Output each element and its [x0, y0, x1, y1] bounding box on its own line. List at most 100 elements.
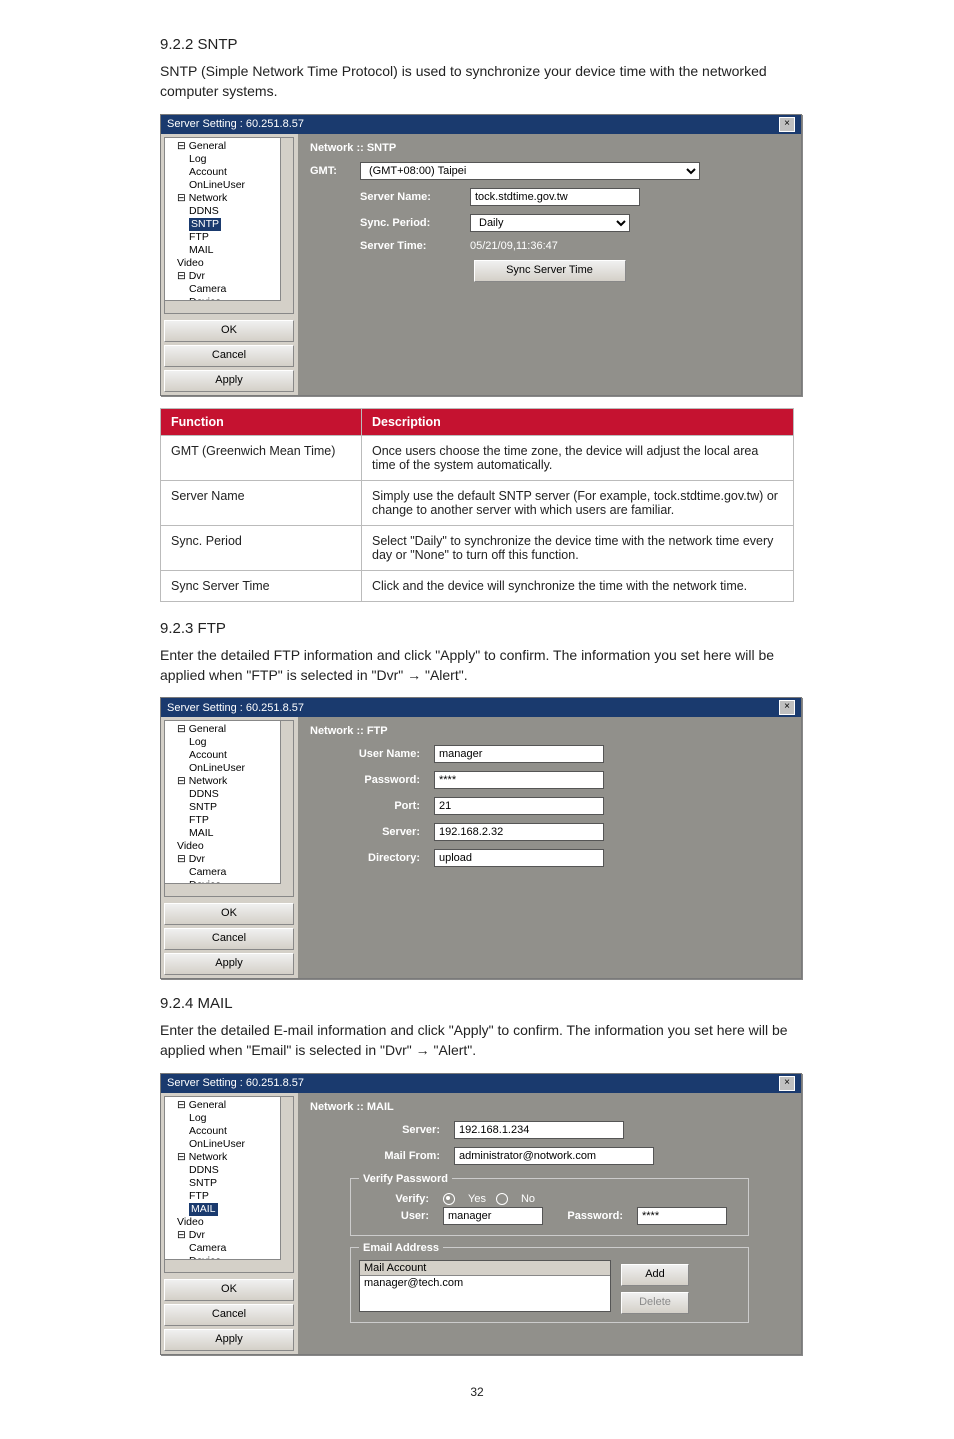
apply-button[interactable]: Apply	[164, 953, 294, 975]
verify-yes-radio[interactable]	[443, 1193, 455, 1205]
ftp-port-input[interactable]	[434, 797, 604, 815]
server-name-input[interactable]	[470, 188, 640, 206]
verify-yes-label: Yes	[468, 1193, 486, 1205]
ftp-pwd-input[interactable]	[434, 771, 604, 789]
tree-video[interactable]: Video	[169, 1216, 293, 1229]
add-button[interactable]: Add	[621, 1264, 689, 1286]
mail-from-input[interactable]	[454, 1147, 654, 1165]
tree-video[interactable]: Video	[169, 840, 293, 853]
scrollbar-horizontal[interactable]	[165, 883, 281, 896]
tree-network[interactable]: ⊟ Network	[169, 1151, 293, 1164]
sntp-function-table: Function Description GMT (Greenwich Mean…	[160, 408, 794, 602]
ok-button[interactable]: OK	[164, 1279, 294, 1301]
window-titlebar: Server Setting : 60.251.8.57 ×	[161, 115, 801, 134]
scrollbar-horizontal[interactable]	[165, 1259, 281, 1272]
mail-pwd-input[interactable]	[637, 1207, 727, 1225]
scrollbar-horizontal[interactable]	[165, 300, 281, 313]
tree-ddns[interactable]: DDNS	[169, 205, 293, 218]
apply-button[interactable]: Apply	[164, 370, 294, 392]
tree-dvr[interactable]: ⊟ Dvr	[169, 270, 293, 283]
tree-network[interactable]: ⊟ Network	[169, 775, 293, 788]
tree-account[interactable]: Account	[169, 749, 293, 762]
tree-camera[interactable]: Camera	[169, 1242, 293, 1255]
mail-account-row[interactable]: manager@tech.com	[360, 1276, 610, 1290]
tree-onlineuser[interactable]: OnLineUser	[169, 179, 293, 192]
form-title: Network :: MAIL	[310, 1101, 789, 1113]
tree-general[interactable]: ⊟ General	[169, 1099, 293, 1112]
tree-onlineuser[interactable]: OnLineUser	[169, 762, 293, 775]
server-time-value: 05/21/09,11:36:47	[470, 240, 558, 252]
sync-server-time-button[interactable]: Sync Server Time	[474, 260, 626, 282]
tree-sntp[interactable]: SNTP	[169, 1177, 293, 1190]
close-icon[interactable]: ×	[779, 1076, 795, 1091]
tree-account[interactable]: Account	[169, 1125, 293, 1138]
tree-ftp[interactable]: FTP	[169, 231, 293, 244]
ftp-form: Network :: FTP User Name: Password: Port…	[298, 717, 801, 978]
mail-server-input[interactable]	[454, 1121, 624, 1139]
window-titlebar: Server Setting : 60.251.8.57 ×	[161, 698, 801, 717]
heading-sntp: 9.2.2 SNTP	[160, 36, 794, 53]
email-address-legend: Email Address	[359, 1242, 443, 1254]
cancel-button[interactable]: Cancel	[164, 345, 294, 367]
gmt-select[interactable]: (GMT+08:00) Taipei	[360, 162, 700, 180]
mail-account-list[interactable]: Mail Account manager@tech.com	[359, 1260, 611, 1312]
scrollbar-vertical[interactable]	[280, 721, 293, 896]
tree-network[interactable]: ⊟ Network	[169, 192, 293, 205]
tree-ddns[interactable]: DDNS	[169, 788, 293, 801]
ftp-user-input[interactable]	[434, 745, 604, 763]
sync-period-label: Sync. Period:	[310, 217, 470, 229]
verify-password-group: Verify Password Verify: Yes No User: Pas…	[350, 1173, 749, 1236]
tree-log[interactable]: Log	[169, 153, 293, 166]
scrollbar-vertical[interactable]	[280, 138, 293, 313]
ftp-port-label: Port:	[310, 800, 434, 812]
ok-button[interactable]: OK	[164, 320, 294, 342]
close-icon[interactable]: ×	[779, 117, 795, 132]
heading-mail: 9.2.4 MAIL	[160, 995, 794, 1012]
delete-button[interactable]: Delete	[621, 1292, 689, 1314]
row-gmt-fn: GMT (Greenwich Mean Time)	[161, 435, 362, 480]
tree-sntp[interactable]: SNTP	[169, 801, 293, 814]
tree-ftp[interactable]: FTP	[169, 814, 293, 827]
tree-dvr[interactable]: ⊟ Dvr	[169, 853, 293, 866]
tree-mail[interactable]: MAIL	[169, 827, 293, 840]
apply-button[interactable]: Apply	[164, 1329, 294, 1351]
tree-sntp[interactable]: SNTP	[169, 218, 293, 231]
th-description: Description	[362, 408, 794, 435]
tree-log[interactable]: Log	[169, 736, 293, 749]
tree-log[interactable]: Log	[169, 1112, 293, 1125]
ok-button[interactable]: OK	[164, 903, 294, 925]
tree-general[interactable]: ⊟ General	[169, 723, 293, 736]
row-gmt-desc: Once users choose the time zone, the dev…	[362, 435, 794, 480]
sntp-window: Server Setting : 60.251.8.57 × ⊟ General…	[160, 114, 802, 396]
mail-account-header: Mail Account	[360, 1261, 610, 1276]
tree-camera[interactable]: Camera	[169, 866, 293, 879]
verify-no-radio[interactable]	[496, 1193, 508, 1205]
cancel-button[interactable]: Cancel	[164, 1304, 294, 1326]
ftp-window: Server Setting : 60.251.8.57 × ⊟ General…	[160, 697, 802, 979]
tree-mail[interactable]: MAIL	[169, 244, 293, 257]
window-title-text: Server Setting : 60.251.8.57	[167, 702, 304, 714]
ftp-dir-input[interactable]	[434, 849, 604, 867]
scrollbar-vertical[interactable]	[280, 1097, 293, 1272]
nav-tree[interactable]: ⊟ General Log Account OnLineUser ⊟ Netwo…	[164, 720, 294, 897]
tree-dvr[interactable]: ⊟ Dvr	[169, 1229, 293, 1242]
nav-tree[interactable]: ⊟ General Log Account OnLineUser ⊟ Netwo…	[164, 1096, 294, 1273]
mail-server-label: Server:	[350, 1124, 454, 1136]
tree-onlineuser[interactable]: OnLineUser	[169, 1138, 293, 1151]
cancel-button[interactable]: Cancel	[164, 928, 294, 950]
tree-mail[interactable]: MAIL	[169, 1203, 293, 1216]
tree-general[interactable]: ⊟ General	[169, 140, 293, 153]
close-icon[interactable]: ×	[779, 700, 795, 715]
tree-ftp[interactable]: FTP	[169, 1190, 293, 1203]
mail-window: Server Setting : 60.251.8.57 × ⊟ General…	[160, 1073, 802, 1355]
tree-ddns[interactable]: DDNS	[169, 1164, 293, 1177]
tree-camera[interactable]: Camera	[169, 283, 293, 296]
row-server-name-fn: Server Name	[161, 480, 362, 525]
tree-account[interactable]: Account	[169, 166, 293, 179]
tree-video[interactable]: Video	[169, 257, 293, 270]
server-name-label: Server Name:	[310, 191, 470, 203]
sync-period-select[interactable]: Daily	[470, 214, 630, 232]
ftp-server-input[interactable]	[434, 823, 604, 841]
mail-user-input[interactable]	[443, 1207, 543, 1225]
nav-tree[interactable]: ⊟ General Log Account OnLineUser ⊟ Netwo…	[164, 137, 294, 314]
